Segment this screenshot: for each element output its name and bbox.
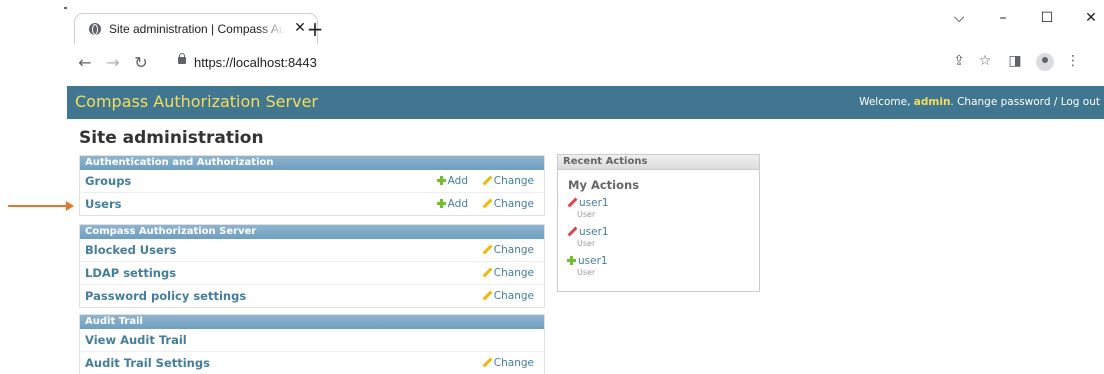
model-row-ldap-settings: LDAP settings Change xyxy=(80,262,544,285)
module-audit-trail: Audit Trail View Audit Trail Audit Trail… xyxy=(79,314,545,374)
browser-toolbar: ← → ↻ https://localhost:8443 ⇪ ☆ ◨ ⋮ xyxy=(62,44,1104,82)
recent-action-link[interactable]: user1 xyxy=(578,255,608,267)
account-links[interactable]: . Change password / Log out xyxy=(950,96,1100,108)
pencil-icon xyxy=(567,197,577,207)
model-row-users: Users Add Change xyxy=(80,193,544,215)
recent-action-type: User xyxy=(577,210,596,219)
pencil-icon xyxy=(482,357,492,367)
window-corner xyxy=(64,7,67,9)
tab-title: Site administration | Compass Authorizat… xyxy=(109,22,285,36)
site-branding[interactable]: Compass Authorization Server xyxy=(75,92,318,111)
tab-strip: Site administration | Compass Authorizat… xyxy=(62,0,1104,44)
reload-icon[interactable]: ↻ xyxy=(130,52,152,74)
user-tools: Welcome, admin. Change password / Log ou… xyxy=(859,96,1100,108)
back-icon[interactable]: ← xyxy=(74,52,96,74)
admin-header: Compass Authorization Server Welcome, ad… xyxy=(67,86,1104,119)
plus-icon xyxy=(567,256,576,265)
pencil-icon xyxy=(482,267,492,277)
recent-action-item: user1 User xyxy=(567,254,608,277)
model-row-blocked-users: Blocked Users Change xyxy=(80,239,544,262)
kebab-menu-icon[interactable]: ⋮ xyxy=(1062,50,1084,72)
model-link-users[interactable]: Users xyxy=(85,197,122,211)
model-row-groups: Groups Add Change xyxy=(80,170,544,193)
model-row-view-audit-trail: View Audit Trail xyxy=(80,329,544,352)
annotation-arrow xyxy=(8,201,74,211)
change-audit-trail-settings-link[interactable]: Change xyxy=(482,357,534,369)
recent-action-item: user1 User xyxy=(567,225,609,248)
pencil-icon xyxy=(482,244,492,254)
new-tab-button[interactable]: + xyxy=(304,18,326,40)
plus-icon xyxy=(436,199,446,208)
model-row-audit-trail-settings: Audit Trail Settings Change xyxy=(80,352,544,374)
change-groups-link[interactable]: Change xyxy=(482,175,534,187)
recent-action-link[interactable]: user1 xyxy=(579,226,609,238)
recent-action-type: User xyxy=(577,239,596,248)
model-link-password-policy[interactable]: Password policy settings xyxy=(85,289,246,303)
add-groups-link[interactable]: Add xyxy=(436,175,468,187)
share-icon[interactable]: ⇪ xyxy=(948,50,970,72)
add-users-link[interactable]: Add xyxy=(436,198,468,210)
model-link-ldap-settings[interactable]: LDAP settings xyxy=(85,266,176,280)
recent-action-type: User xyxy=(577,268,596,277)
url-text: https://localhost:8443 xyxy=(194,55,317,70)
pencil-icon xyxy=(482,290,492,300)
close-window-button[interactable]: ✕ xyxy=(1076,7,1104,29)
page-title: Site administration xyxy=(79,128,264,148)
pencil-icon xyxy=(567,226,577,236)
minimize-button[interactable]: – xyxy=(988,7,1018,29)
browser-chrome: Site administration | Compass Authorizat… xyxy=(62,0,1104,82)
module-caption[interactable]: Audit Trail xyxy=(80,315,544,329)
forward-icon[interactable]: → xyxy=(102,52,124,74)
globe-icon xyxy=(89,23,101,35)
welcome-text: Welcome, xyxy=(859,96,911,108)
change-blocked-users-link[interactable]: Change xyxy=(482,244,534,256)
recent-actions-caption: Recent Actions xyxy=(558,155,759,170)
change-ldap-settings-link[interactable]: Change xyxy=(482,267,534,279)
change-password-policy-link[interactable]: Change xyxy=(482,290,534,302)
model-link-groups[interactable]: Groups xyxy=(85,174,131,188)
recent-actions-panel: Recent Actions My Actions user1 User use… xyxy=(557,154,760,292)
module-compass: Compass Authorization Server Blocked Use… xyxy=(79,224,545,308)
recent-action-link[interactable]: user1 xyxy=(579,197,609,209)
side-panel-icon[interactable]: ◨ xyxy=(1004,50,1026,72)
bookmark-star-icon[interactable]: ☆ xyxy=(974,50,996,72)
recent-action-item: user1 User xyxy=(567,196,609,219)
module-auth: Authentication and Authorization Groups … xyxy=(79,155,545,216)
module-caption[interactable]: Authentication and Authorization xyxy=(80,156,544,170)
model-link-view-audit-trail[interactable]: View Audit Trail xyxy=(85,333,187,347)
my-actions-heading: My Actions xyxy=(568,178,640,192)
pencil-icon xyxy=(482,198,492,208)
maximize-button[interactable]: ☐ xyxy=(1032,7,1062,29)
change-users-link[interactable]: Change xyxy=(482,198,534,210)
lock-icon xyxy=(178,53,186,64)
tab-search-icon[interactable]: ⌵ xyxy=(944,7,974,29)
model-link-audit-trail-settings[interactable]: Audit Trail Settings xyxy=(85,356,210,370)
browser-tab[interactable]: Site administration | Compass Authorizat… xyxy=(74,13,318,44)
pencil-icon xyxy=(482,175,492,185)
profile-avatar-icon[interactable] xyxy=(1036,53,1054,71)
module-caption[interactable]: Compass Authorization Server xyxy=(80,225,544,239)
address-bar[interactable]: https://localhost:8443 xyxy=(166,50,1042,76)
username: admin xyxy=(913,96,951,108)
model-link-blocked-users[interactable]: Blocked Users xyxy=(85,243,176,257)
plus-icon xyxy=(436,176,446,185)
model-row-password-policy: Password policy settings Change xyxy=(80,285,544,307)
